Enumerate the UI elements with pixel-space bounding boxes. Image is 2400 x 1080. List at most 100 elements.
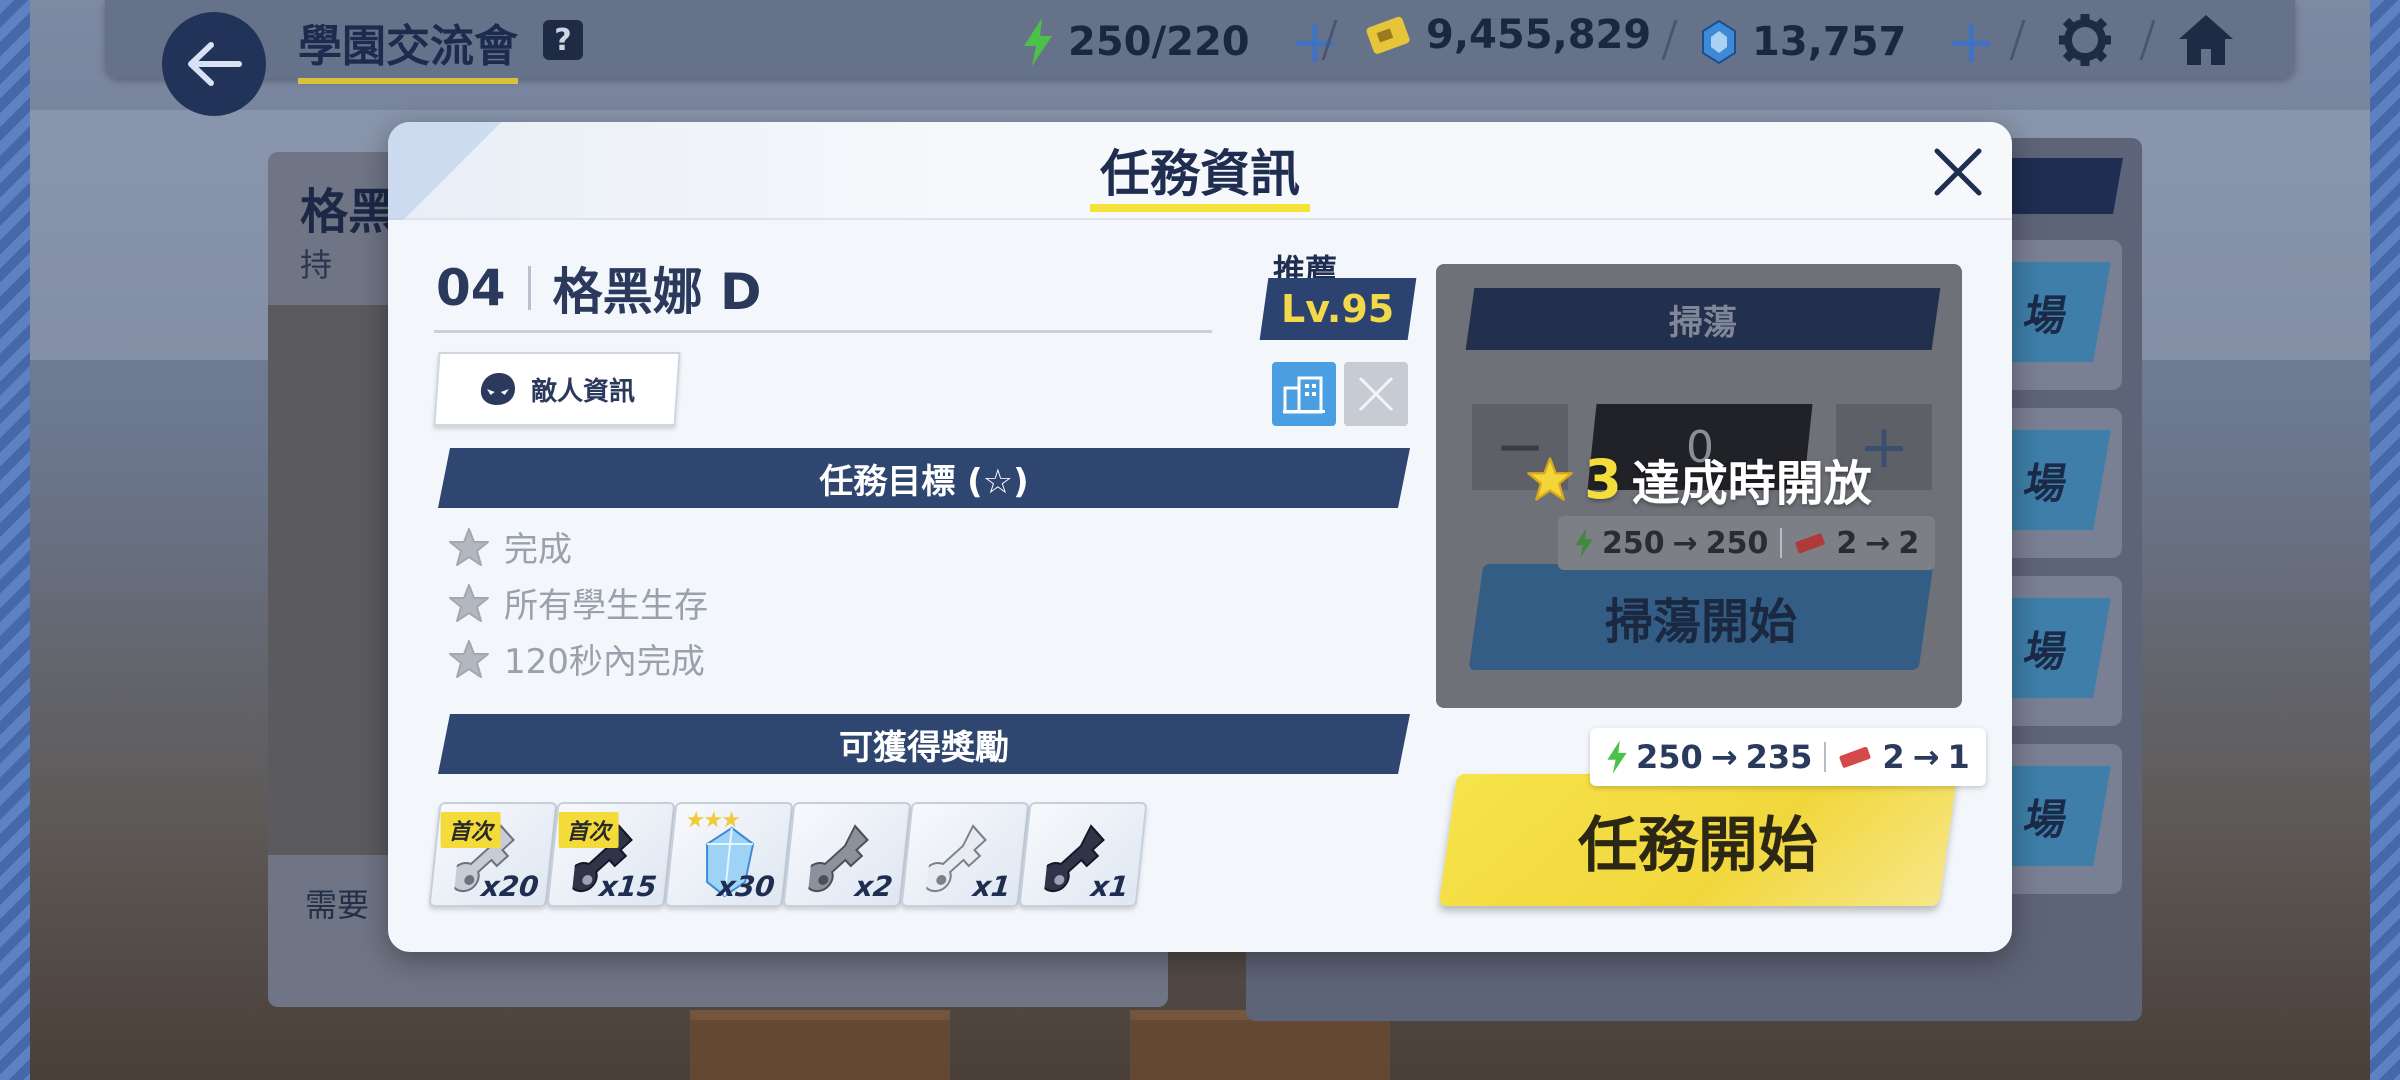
recommend-level: Lv.95 — [1281, 287, 1395, 331]
goal-text: 完成 — [504, 530, 572, 570]
stage-name: 格黑娜 D — [552, 263, 762, 321]
reward-item[interactable]: ★★★ x30 — [664, 802, 794, 907]
empty-star-icon — [449, 583, 489, 622]
home-icon — [2179, 15, 2233, 65]
sweep-title-bar: 掃蕩 — [1465, 288, 1941, 350]
arrow-icon: → — [1672, 525, 1698, 561]
credits-value: 9,455,829 — [1426, 12, 1652, 58]
lightning-icon — [1607, 740, 1627, 774]
ticket-icon — [1839, 746, 1871, 768]
heading-underline — [434, 330, 1212, 333]
back-button[interactable] — [162, 12, 266, 116]
gear-icon — [2059, 14, 2111, 66]
stage-number: 04 — [436, 259, 506, 317]
left-border-stripe — [0, 0, 30, 1080]
goal-item: 所有學生生存 — [448, 578, 708, 627]
reward-item[interactable]: 首次 x15 — [546, 802, 676, 907]
background-card-title: 格黑 — [300, 184, 397, 240]
background-desk — [690, 1010, 950, 1080]
background-card-image — [268, 305, 396, 855]
arrow-icon: → — [1912, 738, 1940, 776]
start-ticket-from: 2 — [1882, 738, 1905, 776]
goal-text: 所有學生生存 — [504, 586, 708, 626]
building-icon — [1283, 376, 1325, 414]
terrain-indoor-button[interactable] — [1272, 362, 1336, 426]
gold-star-icon — [1527, 457, 1574, 501]
background-card-subtitle: 持 — [300, 246, 333, 284]
gem-icon — [1702, 19, 1736, 65]
mission-start-button[interactable]: 任務開始 — [1438, 774, 1958, 906]
back-arrow-icon — [188, 42, 242, 86]
mission-info-dialog: 任務資訊 04 格黑娜 D 推薦 Lv.95 敵人資訊 任務目標 (☆) 完成 … — [388, 122, 2012, 952]
reward-quantity: x1 — [971, 870, 1013, 903]
start-ticket-to: 1 — [1947, 738, 1970, 776]
terrain-disabled-button[interactable] — [1344, 362, 1408, 426]
stage-heading: 04 格黑娜 D — [436, 252, 762, 324]
sweep-start-label: 掃蕩開始 — [1604, 594, 1797, 650]
start-cost-tag: 250 → 235 2 → 1 — [1590, 728, 1986, 786]
lightning-icon — [1575, 528, 1593, 558]
heading-divider — [527, 266, 531, 310]
reward-quantity: x2 — [853, 870, 895, 903]
mission-goals-header: 任務目標 (☆) — [438, 448, 1410, 508]
divider — [1824, 742, 1827, 772]
start-ap-to: 235 — [1745, 738, 1813, 776]
sweep-panel: 掃蕩 − 0 + 3 達成時開放 250 → 250 2 → 2 掃蕩開始 — [1436, 264, 1962, 708]
title-underline — [1090, 204, 1310, 212]
recommend-level-badge: Lv.95 — [1259, 278, 1417, 340]
right-border-stripe — [2370, 0, 2400, 1080]
mission-start-label: 任務開始 — [1578, 810, 1818, 881]
first-clear-badge: 首次 — [558, 812, 619, 848]
add-gems-button[interactable]: + — [1946, 12, 1996, 72]
ap-value: 250/220 — [1068, 19, 1250, 65]
sweep-title: 掃蕩 — [1669, 302, 1737, 343]
rewards-header: 可獲得獎勵 — [438, 714, 1410, 774]
ticket-icon — [1795, 533, 1826, 554]
required-stars: 3 — [1584, 447, 1622, 511]
sweep-ticket-from: 2 — [1836, 525, 1858, 561]
reward-quantity: x1 — [1089, 870, 1131, 903]
enemy-info-label: 敵人資訊 — [530, 376, 635, 407]
sweep-ticket-to: 2 — [1898, 525, 1920, 561]
close-icon — [1934, 148, 1982, 196]
empty-star-icon — [449, 527, 489, 566]
empty-star-icon — [449, 639, 489, 678]
divider — [1780, 528, 1783, 558]
arrow-icon: → — [1710, 738, 1738, 776]
help-button[interactable]: ? — [543, 20, 583, 60]
start-ap-from: 250 — [1636, 738, 1703, 776]
goal-text: 120秒內完成 — [504, 642, 705, 682]
sweep-ap-to: 250 — [1705, 525, 1769, 561]
page-title: 學園交流會 — [298, 10, 518, 84]
reward-quantity: x30 — [715, 870, 777, 903]
reward-list: 首次 x20 首次 x15 ★★★ x30 x2 x1 x1 — [428, 802, 1148, 907]
background-card-requirement: 需要 — [305, 886, 370, 924]
reward-item[interactable]: x1 — [1018, 802, 1148, 907]
sweep-start-button[interactable]: 掃蕩開始 — [1468, 564, 1934, 670]
enemy-mask-icon — [480, 373, 515, 405]
close-button[interactable] — [1928, 142, 1988, 202]
lightning-icon — [1024, 18, 1052, 66]
enemy-info-button[interactable]: 敵人資訊 — [433, 352, 681, 426]
reward-item[interactable]: x2 — [782, 802, 912, 907]
reward-item[interactable]: x1 — [900, 802, 1030, 907]
credits-counter: 9,455,829 — [1366, 12, 1651, 58]
lock-text: 達成時開放 — [1631, 456, 1872, 512]
sweep-cost-tag: 250 → 250 2 → 2 — [1558, 516, 1936, 570]
add-ap-button[interactable]: + — [1290, 12, 1340, 72]
goal-item: 完成 — [448, 522, 572, 571]
reward-quantity: x20 — [479, 870, 541, 903]
goal-item: 120秒內完成 — [448, 634, 705, 683]
ap-counter: 250/220 + — [1022, 12, 1340, 72]
reward-item[interactable]: 首次 x20 — [428, 802, 558, 907]
gems-counter: 13,757 + — [1700, 12, 1997, 72]
cross-icon — [1358, 376, 1394, 412]
gems-value: 13,757 — [1752, 19, 1907, 65]
arrow-icon: → — [1865, 525, 1891, 561]
credit-card-icon — [1366, 16, 1410, 54]
sweep-lock-message: 3 達成時開放 — [1436, 444, 1962, 514]
home-button[interactable] — [2175, 10, 2237, 70]
settings-button[interactable] — [2055, 10, 2115, 70]
three-stars-badge: ★★★ — [684, 808, 741, 833]
first-clear-badge: 首次 — [440, 812, 501, 848]
